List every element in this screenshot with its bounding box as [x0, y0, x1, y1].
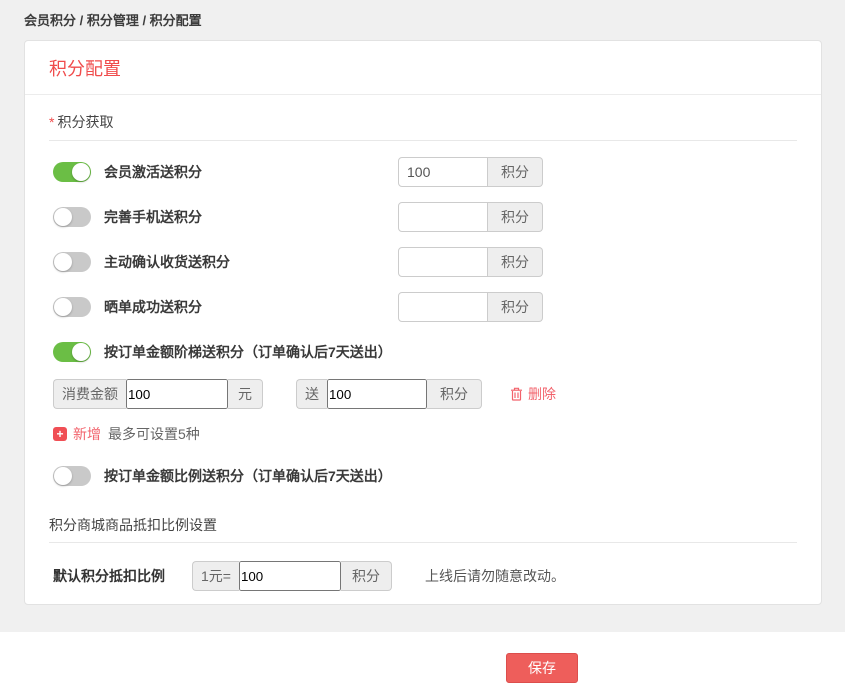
- switch-row-tiered-points: 按订单金额阶梯送积分（订单确认后7天送出）: [53, 342, 797, 362]
- add-tier-row: + 新增 最多可设置5种: [53, 425, 797, 442]
- yuan-unit-addon: 元: [228, 379, 263, 409]
- points-unit-addon: 积分: [488, 292, 543, 322]
- switch-row-confirm-receipt: 主动确认收货送积分 积分: [53, 247, 797, 277]
- deduction-warning-note: 上线后请勿随意改动。: [425, 566, 565, 586]
- toggle-member-activate[interactable]: [53, 162, 91, 182]
- section-deduction-title: 积分商城商品抵扣比例设置: [49, 516, 797, 535]
- spend-amount-input[interactable]: [126, 379, 228, 409]
- switch-label: 晒单成功送积分: [104, 297, 202, 317]
- points-unit-addon: 积分: [488, 202, 543, 232]
- divider: [49, 140, 797, 141]
- tier-config-row: 消费金额 元 送 积分 删除: [53, 379, 797, 409]
- points-input-group: 积分: [398, 292, 543, 322]
- points-unit-addon: 积分: [341, 561, 392, 591]
- breadcrumb[interactable]: 会员积分 / 积分管理 / 积分配置: [0, 0, 845, 29]
- footer-bar: 保存: [0, 632, 845, 690]
- trash-icon: [510, 387, 523, 401]
- card-header: 积分配置: [25, 41, 821, 95]
- deduction-ratio-group: 1元= 积分: [192, 561, 392, 591]
- switch-label: 完善手机送积分: [104, 207, 202, 227]
- spend-amount-group: 消费金额 元: [53, 379, 263, 409]
- card-body: *积分获取 会员激活送积分 积分 完善手机送积分 积分 主动确认收货送积分: [25, 95, 821, 604]
- points-unit-addon: 积分: [427, 379, 482, 409]
- give-label-addon: 送: [296, 379, 327, 409]
- yuan-prefix-addon: 1元=: [192, 561, 239, 591]
- section-acquire-label: 积分获取: [57, 114, 113, 130]
- points-input-complete-phone[interactable]: [398, 202, 488, 232]
- deduction-ratio-label: 默认积分抵扣比例: [53, 566, 165, 586]
- switch-label: 按订单金额比例送积分（订单确认后7天送出）: [104, 466, 392, 486]
- points-input-member-activate[interactable]: [398, 157, 488, 187]
- toggle-complete-phone[interactable]: [53, 207, 91, 227]
- required-asterisk: *: [49, 114, 54, 130]
- switch-label: 会员激活送积分: [104, 162, 202, 182]
- toggle-knob: [54, 467, 72, 485]
- points-config-card: 积分配置 *积分获取 会员激活送积分 积分 完善手机送积分 积分: [24, 40, 822, 605]
- points-input-group: 积分: [398, 202, 543, 232]
- delete-tier-link[interactable]: 删除: [510, 384, 556, 404]
- deduction-ratio-row: 默认积分抵扣比例 1元= 积分 上线后请勿随意改动。: [53, 561, 797, 591]
- switch-row-member-activate: 会员激活送积分 积分: [53, 157, 797, 187]
- toggle-knob: [54, 253, 72, 271]
- toggle-knob: [54, 208, 72, 226]
- toggle-tiered-points[interactable]: [53, 342, 91, 362]
- toggle-knob: [54, 298, 72, 316]
- page-title: 积分配置: [49, 57, 797, 82]
- points-input-confirm-receipt[interactable]: [398, 247, 488, 277]
- give-points-input[interactable]: [327, 379, 427, 409]
- deduction-ratio-input[interactable]: [239, 561, 341, 591]
- switch-row-review-success: 晒单成功送积分 积分: [53, 292, 797, 322]
- section-acquire-title: *积分获取: [49, 113, 797, 132]
- toggle-review-success[interactable]: [53, 297, 91, 317]
- spend-amount-label-addon: 消费金额: [53, 379, 126, 409]
- switch-label: 按订单金额阶梯送积分（订单确认后7天送出）: [104, 342, 392, 362]
- points-unit-addon: 积分: [488, 157, 543, 187]
- toggle-knob: [72, 163, 90, 181]
- delete-link-label: 删除: [528, 384, 556, 404]
- save-button[interactable]: 保存: [506, 653, 578, 683]
- points-input-group: 积分: [398, 157, 543, 187]
- toggle-confirm-receipt[interactable]: [53, 252, 91, 272]
- add-tier-link[interactable]: 新增: [73, 424, 101, 444]
- toggle-knob: [72, 343, 90, 361]
- points-unit-addon: 积分: [488, 247, 543, 277]
- switch-row-complete-phone: 完善手机送积分 积分: [53, 202, 797, 232]
- toggle-ratio-points[interactable]: [53, 466, 91, 486]
- switch-row-ratio-points: 按订单金额比例送积分（订单确认后7天送出）: [53, 466, 797, 486]
- add-tier-hint: 最多可设置5种: [108, 424, 200, 444]
- plus-icon[interactable]: +: [53, 427, 67, 441]
- give-points-group: 送 积分: [296, 379, 482, 409]
- points-input-review-success[interactable]: [398, 292, 488, 322]
- divider: [49, 542, 797, 543]
- points-input-group: 积分: [398, 247, 543, 277]
- switch-label: 主动确认收货送积分: [104, 252, 230, 272]
